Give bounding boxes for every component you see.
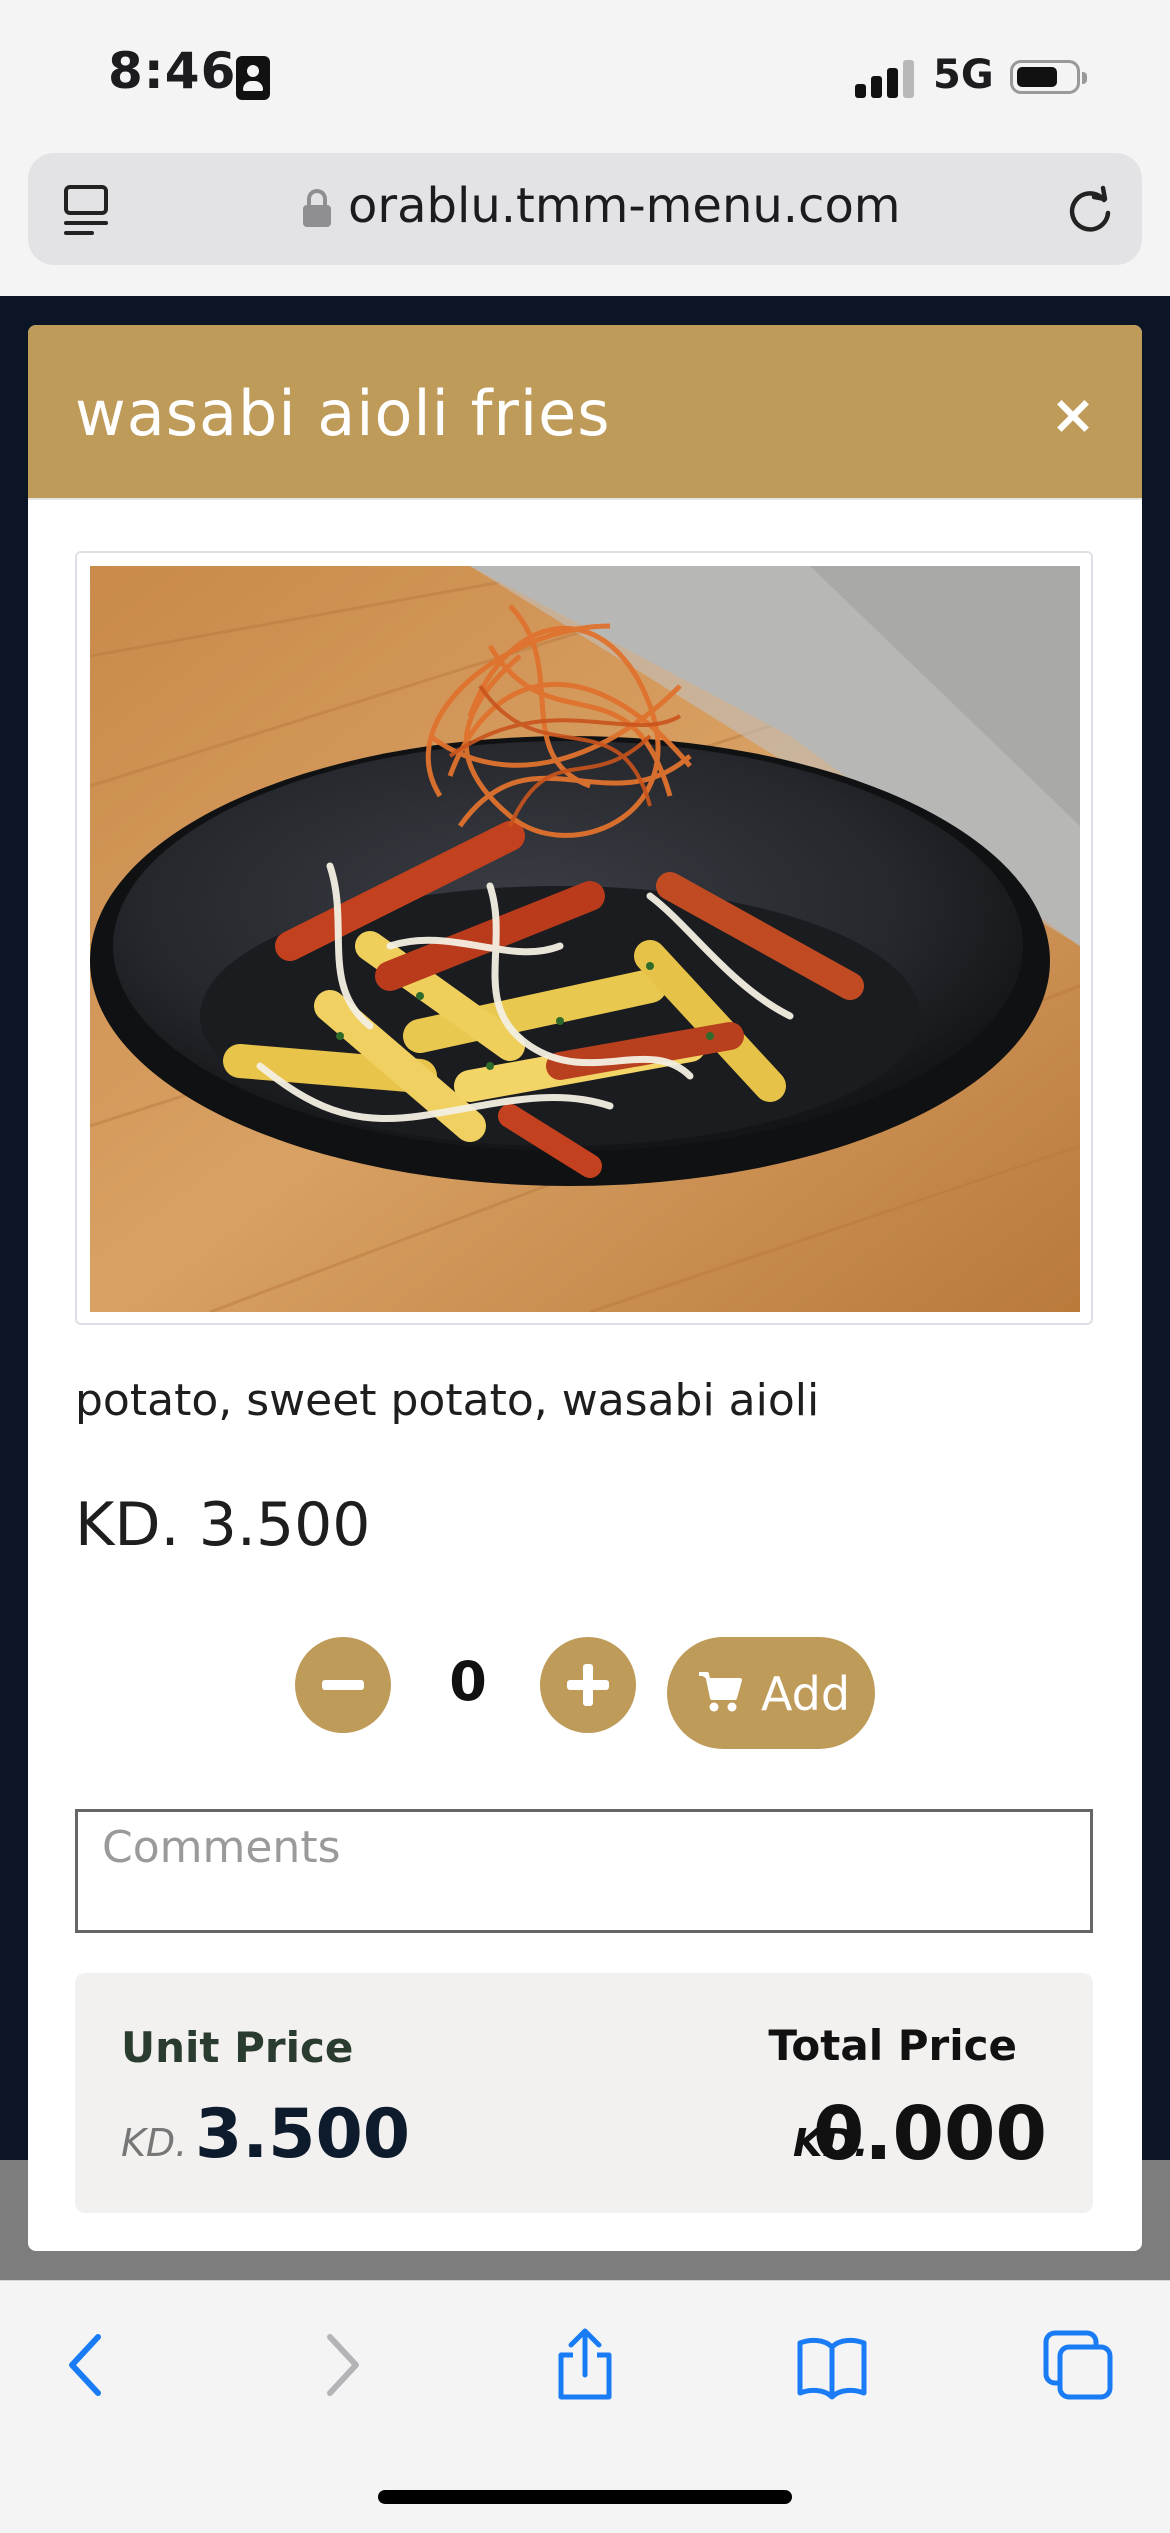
share-icon[interactable] xyxy=(547,2327,623,2403)
close-icon[interactable]: × xyxy=(1043,385,1103,445)
bookmarks-icon[interactable] xyxy=(794,2327,870,2403)
comments-field[interactable] xyxy=(75,1809,1093,1933)
total-price-value: 0.000 xyxy=(812,2091,1047,2177)
modal-title: wasabi aioli fries xyxy=(75,377,611,450)
status-time: 8:46 xyxy=(108,42,237,100)
battery-icon xyxy=(1010,60,1087,94)
item-description: potato, sweet potato, wasabi aioli xyxy=(75,1375,820,1426)
item-price: KD. 3.500 xyxy=(75,1490,371,1560)
modal-header: wasabi aioli fries × xyxy=(28,325,1142,500)
add-button-label: Add xyxy=(761,1667,851,1721)
reader-icon[interactable] xyxy=(64,185,110,235)
network-type: 5G xyxy=(933,52,994,98)
address-bar[interactable]: orablu.tmm-menu.com xyxy=(28,153,1142,265)
back-icon[interactable] xyxy=(50,2327,126,2403)
quantity-value: 0 xyxy=(449,1650,487,1713)
tabs-icon[interactable] xyxy=(1040,2327,1116,2403)
item-image-frame xyxy=(75,551,1093,1325)
unit-price-value: 3.500 xyxy=(195,2095,411,2174)
lock-icon xyxy=(303,189,331,227)
price-summary: Unit Price KD. 3.500 Total Price KD. 0.0… xyxy=(75,1973,1093,2213)
contact-card-icon xyxy=(236,56,270,100)
unit-price-currency: KD. xyxy=(121,2121,188,2165)
item-image xyxy=(90,566,1080,1312)
cart-icon xyxy=(697,1670,743,1714)
home-indicator xyxy=(378,2490,792,2504)
unit-price-label: Unit Price xyxy=(121,2023,354,2072)
item-modal: wasabi aioli fries × potato, sweet potat… xyxy=(28,325,1142,2251)
total-price-label: Total Price xyxy=(768,2021,1017,2070)
increase-quantity-button[interactable] xyxy=(540,1637,636,1733)
forward-icon[interactable] xyxy=(302,2327,378,2403)
add-to-cart-button[interactable]: Add xyxy=(667,1637,875,1749)
reload-icon[interactable] xyxy=(1064,183,1116,235)
status-bar: 8:46 5G xyxy=(0,0,1170,150)
decrease-quantity-button[interactable] xyxy=(295,1637,391,1733)
url-text[interactable]: orablu.tmm-menu.com xyxy=(348,178,901,234)
signal-bars-icon xyxy=(855,60,915,98)
